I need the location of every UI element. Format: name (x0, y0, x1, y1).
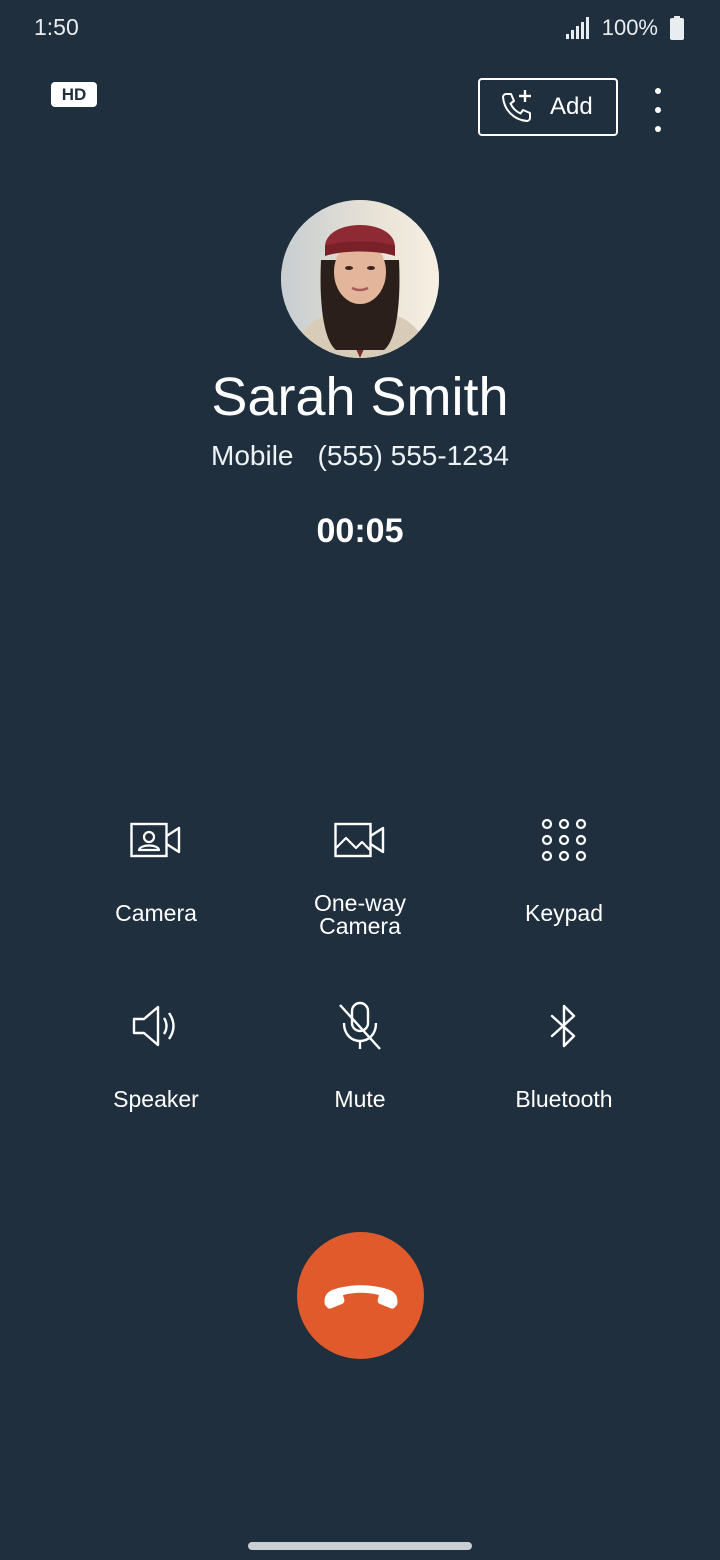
speaker-label: Speaker (113, 1086, 199, 1112)
contact-photo (281, 200, 439, 358)
one-way-camera-label-line1: One-way (313, 890, 407, 916)
battery-percent: 100% (601, 15, 658, 40)
keypad-label: Keypad (524, 900, 603, 926)
one-way-camera-button[interactable]: One-way Camera (260, 800, 460, 950)
add-call-button[interactable]: Add (478, 78, 618, 136)
contact-details: Mobile (555) 555-1234 (0, 440, 720, 472)
status-time: 1:50 (34, 14, 79, 40)
hd-badge: HD (51, 82, 97, 107)
speaker-button[interactable]: Speaker (56, 986, 256, 1136)
home-indicator[interactable] (248, 1542, 472, 1550)
add-call-label: Add (550, 93, 593, 120)
phone-type: Mobile (211, 440, 294, 471)
mute-button[interactable]: Mute (260, 986, 460, 1136)
keypad-button[interactable]: Keypad (464, 800, 664, 950)
phone-number: (555) 555-1234 (317, 440, 509, 471)
camera-button[interactable]: Camera (56, 800, 256, 950)
contact-name: Sarah Smith (211, 367, 509, 427)
bluetooth-icon (550, 1004, 576, 1048)
one-way-camera-label: One-way Camera (314, 892, 406, 938)
call-timer: 00:05 (316, 512, 404, 550)
battery-icon (670, 16, 684, 40)
keypad-icon (541, 818, 587, 862)
contact-avatar (281, 200, 439, 358)
camera-label: Camera (115, 900, 197, 926)
one-way-camera-label-line2: Camera (319, 913, 401, 939)
hang-up-icon (323, 1284, 398, 1309)
bluetooth-label: Bluetooth (515, 1086, 613, 1112)
mute-label: Mute (334, 1086, 386, 1112)
signal-icon (565, 17, 589, 39)
status-bar: 1:50 100% (0, 0, 720, 56)
status-right: 100% (565, 12, 684, 44)
speaker-icon (132, 1005, 175, 1047)
more-options-dot (655, 107, 661, 113)
microphone-off-icon (339, 1001, 381, 1050)
one-way-camera-icon (334, 822, 385, 858)
video-camera-icon (130, 822, 181, 858)
add-call-icon (502, 90, 531, 122)
more-options-dot (655, 126, 661, 132)
bluetooth-button[interactable]: Bluetooth (464, 986, 664, 1136)
end-call-button[interactable] (297, 1232, 424, 1359)
more-options-icon (655, 88, 661, 94)
more-options-button[interactable] (640, 88, 676, 132)
